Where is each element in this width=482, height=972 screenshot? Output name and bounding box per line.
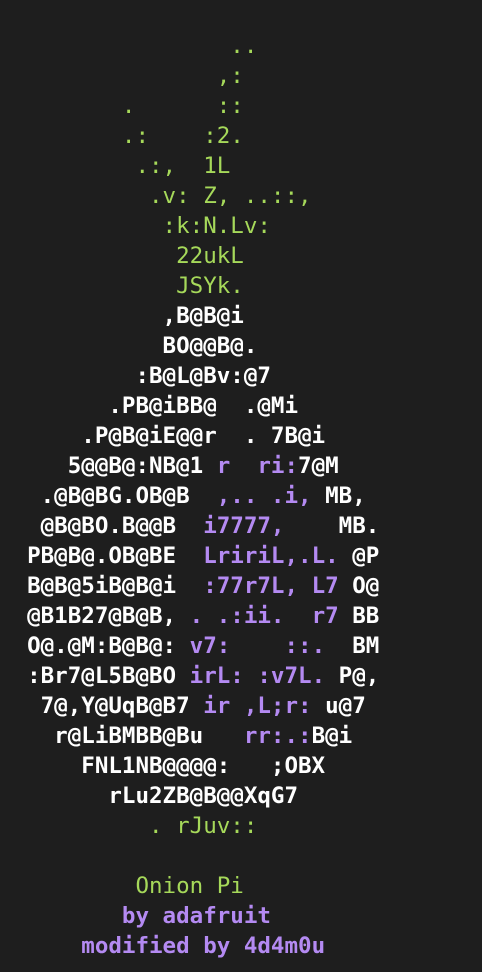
ascii-art-segment: ,.. .i, (216, 483, 312, 509)
ascii-art-segment: .P@B@iE@@r . 7B@i (0, 423, 326, 449)
ascii-art-line: :k:N.Lv: (0, 211, 379, 241)
ascii-art-line: FNL1NB@@@@: ;OBX (0, 751, 379, 781)
ascii-art-segment: O@ (338, 573, 380, 599)
ascii-art-segment: 7@,Y@UqB@B7 (0, 693, 204, 719)
terminal-window: .. ,: . :: .: :2. .:, 1L .v: Z, ..::, :k… (0, 0, 482, 972)
ascii-art-line: r@LiBMBB@Bu rr:.:B@i (0, 721, 379, 751)
ascii-art-segment: ,B@B@i (0, 303, 244, 329)
ascii-art-segment: i7777, (203, 513, 285, 539)
ascii-art-segment: FNL1NB@@@@: ;OBX (0, 753, 326, 779)
ascii-art-segment: B@i (311, 723, 353, 749)
ascii-art-segment: .@B@BG.OB@B (0, 483, 217, 509)
ascii-art-segment: rLu2ZB@B@@XqG7 (0, 783, 299, 809)
ascii-art-line: . rJuv:: (0, 811, 379, 841)
ascii-art-segment: BO@@B@. (0, 333, 258, 359)
ascii-art-line: .: :2. (0, 121, 379, 151)
ascii-art-segment: .v: Z, ..::, (0, 183, 312, 209)
ascii-art-line: PB@B@.OB@BE LririL,.L. @P (0, 541, 379, 571)
ascii-art-segment: rr:.: (243, 723, 312, 749)
ascii-art-onion-logo: .. ,: . :: .: :2. .:, 1L .v: Z, ..::, :k… (0, 31, 379, 961)
ascii-art-segment: . :: (0, 93, 244, 119)
credit-title: Onion Pi (135, 873, 244, 899)
ascii-art-line: ,B@B@i (0, 301, 379, 331)
ascii-art-line: BO@@B@. (0, 331, 379, 361)
ascii-art-segment: :k:N.Lv: (0, 213, 271, 239)
ascii-art-line (0, 841, 379, 871)
ascii-art-line: .v: Z, ..::, (0, 181, 379, 211)
ascii-art-segment: MB, (311, 483, 366, 509)
ascii-art-segment: . .:ii. r7 (189, 603, 339, 629)
ascii-art-segment: ,: (0, 63, 244, 89)
ascii-art-segment: r@LiBMBB@Bu (0, 723, 244, 749)
ascii-art-line: JSYk. (0, 271, 379, 301)
credit-modified-by: modified by 4d4m0u (81, 933, 326, 959)
ascii-art-segment: 5@@B@:NB@1 (0, 453, 217, 479)
ascii-art-segment: :77r7L, L7 (203, 573, 339, 599)
ascii-art-line: .. (0, 31, 379, 61)
ascii-art-segment: PB@B@.OB@BE (0, 543, 204, 569)
ascii-art-line: .@B@BG.OB@B ,.. .i, MB, (0, 481, 379, 511)
ascii-art-segment: @P (338, 543, 380, 569)
ascii-art-segment: .: :2. (0, 123, 244, 149)
ascii-art-segment: .PB@iBB@ .@Mi (0, 393, 299, 419)
ascii-art-segment: r ri: (216, 453, 299, 479)
ascii-art-segment: P@, (325, 663, 380, 689)
ascii-art-line: .P@B@iE@@r . 7B@i (0, 421, 379, 451)
ascii-art-segment: @B@BO.B@@B (0, 513, 204, 539)
ascii-art-line: 5@@B@:NB@1 r ri:7@M (0, 451, 379, 481)
ascii-art-line: :Br7@L5B@BO irL: :v7L. P@, (0, 661, 379, 691)
ascii-art-segment: ir ,L;r: (203, 693, 312, 719)
ascii-art-segment: O@.@M:B@B@: (0, 633, 190, 659)
ascii-art-segment: irL: :v7L. (189, 663, 326, 689)
ascii-art-line: @B@BO.B@@B i7777, MB. (0, 511, 380, 541)
ascii-art-segment: 22ukL (0, 243, 244, 269)
ascii-art-line: . :: (0, 91, 379, 121)
ascii-art-segment: . rJuv:: (0, 813, 258, 839)
ascii-art-line: 22ukL (0, 241, 379, 271)
ascii-art-line: B@B@5iB@B@i :77r7L, L7 O@ (0, 571, 379, 601)
ascii-art-segment: BB (338, 603, 380, 629)
ascii-art-line: 7@,Y@UqB@B7 ir ,L;r: u@7 (0, 691, 379, 721)
credit-author: by adafruit (121, 903, 271, 929)
ascii-art-line: O@.@M:B@B@: v7: ::. BM (0, 631, 379, 661)
ascii-art-segment: BM (325, 633, 380, 659)
ascii-art-line: .:, 1L (0, 151, 379, 181)
ascii-art-line: ,: (0, 61, 379, 91)
ascii-art-segment: :Br7@L5B@BO (0, 663, 190, 689)
ascii-art-line: rLu2ZB@B@@XqG7 (0, 781, 379, 811)
ascii-art-segment: u@7 (311, 693, 366, 719)
ascii-art-segment: .:, 1L (0, 153, 231, 179)
ascii-art-segment: v7: ::. (189, 633, 326, 659)
ascii-art-segment: :B@L@Bv:@7 (0, 363, 271, 389)
ascii-art-line: :B@L@Bv:@7 (0, 361, 379, 391)
ascii-art-segment: LririL,.L. (203, 543, 339, 569)
ascii-art-segment: B@B@5iB@B@i (0, 573, 204, 599)
ascii-art-segment: 7@M (298, 453, 339, 479)
ascii-art-segment: .. (0, 33, 258, 59)
ascii-art-line: @B1B27@B@B, . .:ii. r7 BB (0, 601, 379, 631)
ascii-art-line: .PB@iBB@ .@Mi (0, 391, 379, 421)
ascii-art-segment: JSYk. (0, 273, 244, 299)
ascii-art-segment: @B1B27@B@B, (0, 603, 190, 629)
ascii-art-segment: MB. (284, 513, 380, 539)
